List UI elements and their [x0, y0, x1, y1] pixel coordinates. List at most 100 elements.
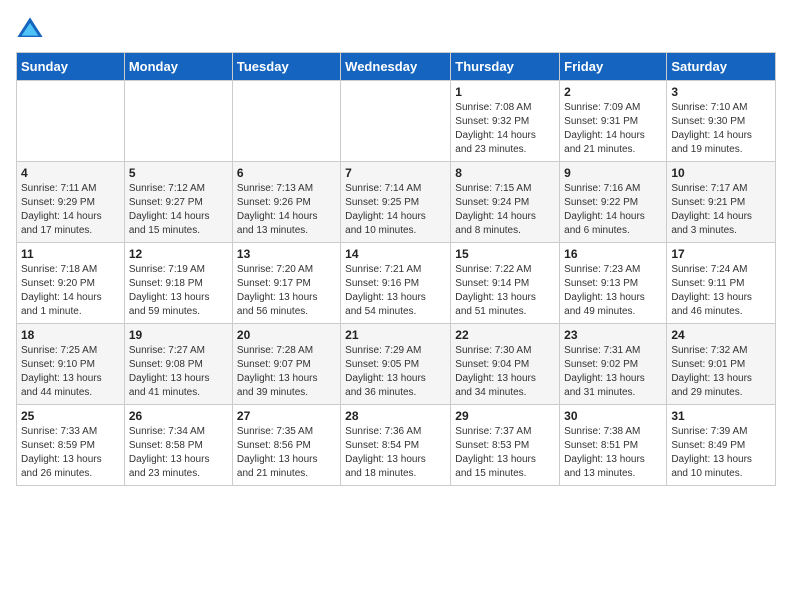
day-info: Sunrise: 7:31 AM Sunset: 9:02 PM Dayligh…: [564, 344, 662, 400]
day-info: Sunrise: 7:22 AM Sunset: 9:14 PM Dayligh…: [455, 263, 555, 319]
day-number: 3: [671, 85, 771, 99]
calendar-cell: 24Sunrise: 7:32 AM Sunset: 9:01 PM Dayli…: [667, 324, 776, 405]
calendar-cell: 28 Sunrise: 7:36 AM Sunset: 8:54 PM Dayli…: [341, 405, 451, 486]
logo-icon: [16, 16, 44, 44]
day-info: Sunrise: 7:37 AM Sunset: 8:53 PM Dayligh…: [455, 425, 555, 481]
day-info: Sunrise: 7:08 AM Sunset: 9:32 PM Dayligh…: [455, 101, 555, 157]
calendar-cell: 1 Sunrise: 7:08 AM Sunset: 9:32 PM Daylig…: [451, 81, 560, 162]
day-info: Sunrise: 7:16 AM Sunset: 9:22 PM Dayligh…: [564, 182, 662, 238]
day-info: Sunrise: 7:34 AM Sunset: 8:58 PM Dayligh…: [129, 425, 228, 481]
day-info: Sunrise: 7:25 AM Sunset: 9:10 PM Dayligh…: [21, 344, 120, 400]
calendar-cell: 4 Sunrise: 7:11 AM Sunset: 9:29 PM Daylig…: [17, 162, 125, 243]
calendar-cell: 10Sunrise: 7:17 AM Sunset: 9:21 PM Dayli…: [667, 162, 776, 243]
day-number: 19: [129, 328, 228, 342]
day-number: 4: [21, 166, 120, 180]
calendar-header-friday: Friday: [560, 53, 667, 81]
header-row: SundayMondayTuesdayWednesdayThursdayFrid…: [17, 53, 776, 81]
calendar-cell: 9 Sunrise: 7:16 AM Sunset: 9:22 PM Daylig…: [560, 162, 667, 243]
day-number: 18: [21, 328, 120, 342]
day-number: 15: [455, 247, 555, 261]
day-number: 8: [455, 166, 555, 180]
day-info: Sunrise: 7:12 AM Sunset: 9:27 PM Dayligh…: [129, 182, 228, 238]
calendar-cell: 22Sunrise: 7:30 AM Sunset: 9:04 PM Dayli…: [451, 324, 560, 405]
day-info: Sunrise: 7:19 AM Sunset: 9:18 PM Dayligh…: [129, 263, 228, 319]
day-info: Sunrise: 7:11 AM Sunset: 9:29 PM Dayligh…: [21, 182, 120, 238]
calendar-header-thursday: Thursday: [451, 53, 560, 81]
day-number: 29: [455, 409, 555, 423]
calendar-cell: [124, 81, 232, 162]
day-number: 5: [129, 166, 228, 180]
calendar-cell: 13 Sunrise: 7:20 AM Sunset: 9:17 PM Dayli…: [232, 243, 340, 324]
day-number: 17: [671, 247, 771, 261]
day-number: 6: [237, 166, 336, 180]
day-info: Sunrise: 7:20 AM Sunset: 9:17 PM Dayligh…: [237, 263, 336, 319]
day-info: Sunrise: 7:35 AM Sunset: 8:56 PM Dayligh…: [237, 425, 336, 481]
day-info: Sunrise: 7:32 AM Sunset: 9:01 PM Dayligh…: [671, 344, 771, 400]
calendar-cell: 25Sunrise: 7:33 AM Sunset: 8:59 PM Dayli…: [17, 405, 125, 486]
calendar-cell: 16 Sunrise: 7:23 AM Sunset: 9:13 PM Dayli…: [560, 243, 667, 324]
calendar-header-monday: Monday: [124, 53, 232, 81]
calendar-cell: 30Sunrise: 7:38 AM Sunset: 8:51 PM Dayli…: [560, 405, 667, 486]
week-row-5: 25Sunrise: 7:33 AM Sunset: 8:59 PM Dayli…: [17, 405, 776, 486]
calendar-cell: 27 Sunrise: 7:35 AM Sunset: 8:56 PM Dayli…: [232, 405, 340, 486]
calendar-cell: 20 Sunrise: 7:28 AM Sunset: 9:07 PM Dayli…: [232, 324, 340, 405]
week-row-2: 4 Sunrise: 7:11 AM Sunset: 9:29 PM Daylig…: [17, 162, 776, 243]
calendar-cell: 3Sunrise: 7:10 AM Sunset: 9:30 PM Daylig…: [667, 81, 776, 162]
day-info: Sunrise: 7:21 AM Sunset: 9:16 PM Dayligh…: [345, 263, 446, 319]
day-number: 27: [237, 409, 336, 423]
calendar-cell: 18 Sunrise: 7:25 AM Sunset: 9:10 PM Dayli…: [17, 324, 125, 405]
day-number: 2: [564, 85, 662, 99]
day-info: Sunrise: 7:13 AM Sunset: 9:26 PM Dayligh…: [237, 182, 336, 238]
calendar-cell: 26 Sunrise: 7:34 AM Sunset: 8:58 PM Dayli…: [124, 405, 232, 486]
day-info: Sunrise: 7:14 AM Sunset: 9:25 PM Dayligh…: [345, 182, 446, 238]
day-info: Sunrise: 7:39 AM Sunset: 8:49 PM Dayligh…: [671, 425, 771, 481]
day-number: 12: [129, 247, 228, 261]
day-info: Sunrise: 7:29 AM Sunset: 9:05 PM Dayligh…: [345, 344, 446, 400]
day-info: Sunrise: 7:23 AM Sunset: 9:13 PM Dayligh…: [564, 263, 662, 319]
calendar-cell: 12 Sunrise: 7:19 AM Sunset: 9:18 PM Dayli…: [124, 243, 232, 324]
day-info: Sunrise: 7:36 AM Sunset: 8:54 PM Dayligh…: [345, 425, 446, 481]
day-number: 9: [564, 166, 662, 180]
day-number: 22: [455, 328, 555, 342]
day-number: 21: [345, 328, 446, 342]
day-info: Sunrise: 7:24 AM Sunset: 9:11 PM Dayligh…: [671, 263, 771, 319]
calendar-header-wednesday: Wednesday: [341, 53, 451, 81]
calendar-cell: 31 Sunrise: 7:39 AM Sunset: 8:49 PM Dayli…: [667, 405, 776, 486]
day-number: 16: [564, 247, 662, 261]
calendar-cell: 11 Sunrise: 7:18 AM Sunset: 9:20 PM Dayli…: [17, 243, 125, 324]
calendar-cell: 21 Sunrise: 7:29 AM Sunset: 9:05 PM Dayli…: [341, 324, 451, 405]
day-info: Sunrise: 7:17 AM Sunset: 9:21 PM Dayligh…: [671, 182, 771, 238]
day-number: 26: [129, 409, 228, 423]
day-number: 25: [21, 409, 120, 423]
day-number: 28: [345, 409, 446, 423]
day-number: 13: [237, 247, 336, 261]
day-info: Sunrise: 7:28 AM Sunset: 9:07 PM Dayligh…: [237, 344, 336, 400]
calendar-cell: 15 Sunrise: 7:22 AM Sunset: 9:14 PM Dayli…: [451, 243, 560, 324]
calendar-header-tuesday: Tuesday: [232, 53, 340, 81]
calendar-cell: [232, 81, 340, 162]
day-number: 1: [455, 85, 555, 99]
day-number: 11: [21, 247, 120, 261]
calendar: SundayMondayTuesdayWednesdayThursdayFrid…: [16, 52, 776, 486]
calendar-cell: 14Sunrise: 7:21 AM Sunset: 9:16 PM Dayli…: [341, 243, 451, 324]
calendar-cell: 19 Sunrise: 7:27 AM Sunset: 9:08 PM Dayli…: [124, 324, 232, 405]
day-info: Sunrise: 7:15 AM Sunset: 9:24 PM Dayligh…: [455, 182, 555, 238]
day-number: 20: [237, 328, 336, 342]
logo: [16, 16, 48, 44]
calendar-cell: 6 Sunrise: 7:13 AM Sunset: 9:26 PM Daylig…: [232, 162, 340, 243]
calendar-cell: 29 Sunrise: 7:37 AM Sunset: 8:53 PM Dayli…: [451, 405, 560, 486]
calendar-cell: 5 Sunrise: 7:12 AM Sunset: 9:27 PM Daylig…: [124, 162, 232, 243]
day-number: 31: [671, 409, 771, 423]
calendar-header-saturday: Saturday: [667, 53, 776, 81]
day-number: 30: [564, 409, 662, 423]
calendar-cell: 8 Sunrise: 7:15 AM Sunset: 9:24 PM Daylig…: [451, 162, 560, 243]
calendar-cell: [341, 81, 451, 162]
calendar-cell: 2Sunrise: 7:09 AM Sunset: 9:31 PM Daylig…: [560, 81, 667, 162]
calendar-header-sunday: Sunday: [17, 53, 125, 81]
calendar-cell: 17 Sunrise: 7:24 AM Sunset: 9:11 PM Dayli…: [667, 243, 776, 324]
calendar-cell: [17, 81, 125, 162]
week-row-1: 1 Sunrise: 7:08 AM Sunset: 9:32 PM Daylig…: [17, 81, 776, 162]
day-info: Sunrise: 7:18 AM Sunset: 9:20 PM Dayligh…: [21, 263, 120, 319]
week-row-4: 18 Sunrise: 7:25 AM Sunset: 9:10 PM Dayli…: [17, 324, 776, 405]
day-info: Sunrise: 7:27 AM Sunset: 9:08 PM Dayligh…: [129, 344, 228, 400]
